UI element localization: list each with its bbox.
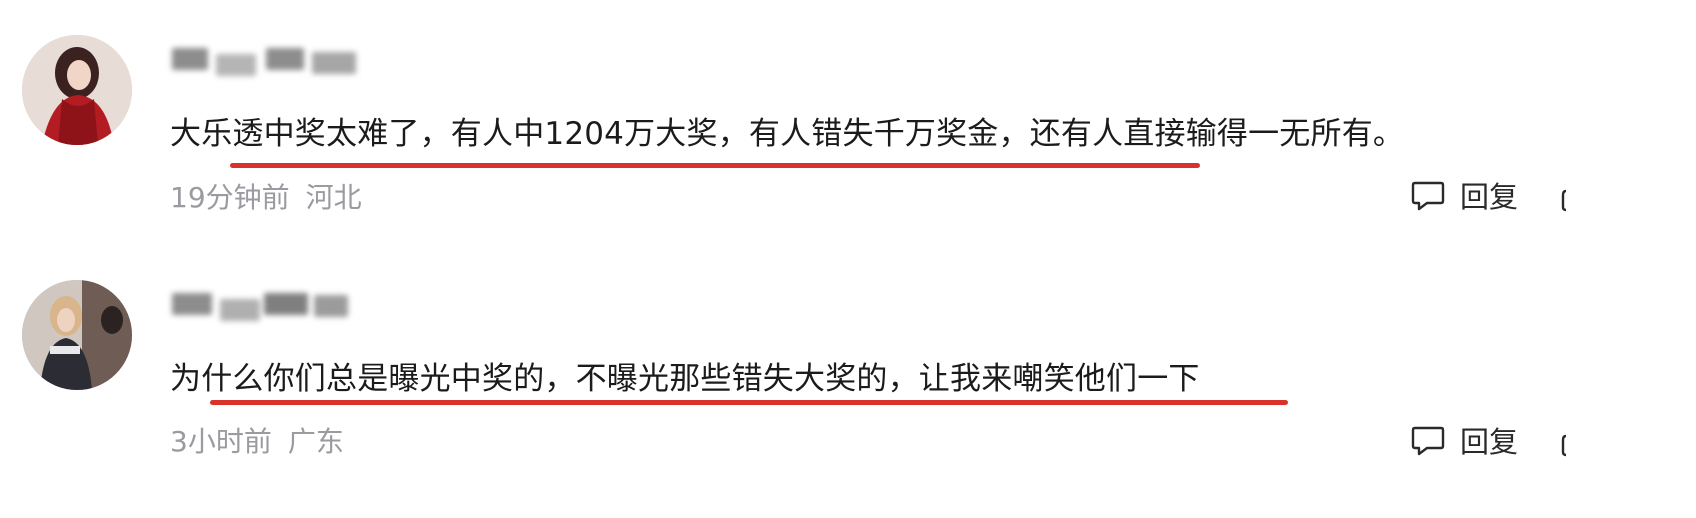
comment-time: 3小时前 bbox=[170, 425, 272, 458]
comment-time: 19分钟前 bbox=[170, 181, 290, 214]
comment-item-1: 大乐透中奖太难了，有人中1204万大奖，有人错失千万奖金，还有人直接输得一无所有… bbox=[0, 0, 1696, 240]
comment-text: 大乐透中奖太难了，有人中1204万大奖，有人错失千万奖金，还有人直接输得一无所有… bbox=[170, 116, 1405, 152]
reply-icon bbox=[1411, 181, 1445, 211]
comment-text: 为什么你们总是曝光中奖的，不曝光那些错失大奖的，让我来嘲笑他们一下 bbox=[170, 361, 1200, 397]
reply-icon bbox=[1411, 426, 1445, 456]
comment-region: 广东 bbox=[287, 425, 344, 458]
avatar-image bbox=[22, 280, 132, 390]
reply-label: 回复 bbox=[1460, 425, 1519, 459]
user-avatar[interactable] bbox=[22, 280, 132, 390]
comment-region: 河北 bbox=[305, 181, 362, 214]
like-icon[interactable] bbox=[1560, 426, 1584, 458]
reply-label: 回复 bbox=[1460, 180, 1519, 214]
comment-meta: 3小时前 广东 bbox=[170, 420, 344, 460]
user-avatar[interactable] bbox=[22, 35, 132, 145]
like-icon[interactable] bbox=[1560, 181, 1584, 213]
reply-button[interactable]: 回复 bbox=[1410, 419, 1518, 461]
username-redacted bbox=[172, 285, 362, 325]
avatar-image bbox=[22, 35, 132, 145]
reply-button[interactable]: 回复 bbox=[1410, 174, 1518, 216]
red-underline-annotation bbox=[210, 400, 1288, 405]
comment-item-2: 为什么你们总是曝光中奖的，不曝光那些错失大奖的，让我来嘲笑他们一下 3小时前 广东… bbox=[0, 245, 1696, 485]
red-underline-annotation bbox=[230, 163, 1200, 168]
comment-meta: 19分钟前 河北 bbox=[170, 176, 362, 216]
username-redacted bbox=[172, 40, 362, 80]
